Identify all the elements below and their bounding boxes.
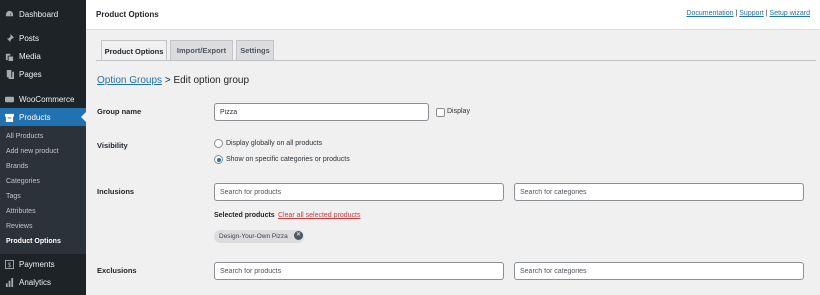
support-link[interactable]: Support [739,10,764,17]
sidebar-item-media[interactable]: Media [0,47,86,65]
group-name-label: Group name [97,107,142,116]
visibility-label: Visibility [97,141,128,150]
media-icon [5,52,14,61]
chip-label: Design-Your-Own Pizza [219,233,288,240]
visibility-global-label: Display globally on all products [226,140,323,147]
submenu-add-new-product[interactable]: Add new product [6,148,59,155]
inclusions-products-search[interactable] [214,183,504,201]
submenu-reviews[interactable]: Reviews [6,223,32,230]
link-separator: | [765,10,768,17]
header-links: Documentation | Support | Setup wizard [686,10,810,17]
clear-selected-products-link[interactable]: Clear all selected products [278,212,361,219]
inclusions-label: Inclusions [97,187,135,196]
visibility-specific-label: Show on specific categories or products [226,156,350,163]
sidebar-item-pages[interactable]: Pages [0,65,86,83]
tab-import-export[interactable]: Import/Export [170,40,233,60]
pages-icon [5,69,14,79]
pin-icon [5,33,14,43]
dashboard-icon [5,10,14,19]
link-separator: | [735,10,738,17]
tab-settings[interactable]: Settings [236,40,274,60]
admin-sidebar: Dashboard Posts Media Pages WooCommerce … [0,0,86,295]
breadcrumb-current: > Edit option group [164,75,250,86]
setup-wizard-link[interactable]: Setup wizard [770,10,810,17]
tab-divider [96,60,816,61]
payments-icon: $ [5,259,14,269]
display-checkbox[interactable] [436,108,445,117]
exclusions-products-search[interactable] [214,262,504,280]
sidebar-item-label: Dashboard [19,9,59,19]
products-submenu: All Products Add new product Brands Cate… [0,126,86,254]
sidebar-item-label: Products [19,112,51,122]
remove-chip-icon[interactable]: ✕ [294,231,303,240]
sidebar-item-label: Payments [19,259,55,269]
sidebar-item-woocommerce[interactable]: WooCommerce [0,90,86,108]
submenu-all-products[interactable]: All Products [6,133,43,140]
tab-product-options[interactable]: Product Options [101,40,167,61]
visibility-specific-radio[interactable] [214,155,223,164]
sidebar-item-label: Analytics [19,277,52,287]
display-label: Display [447,108,470,115]
sidebar-item-payments[interactable]: $ Payments [0,255,86,273]
page-title: Product Options [96,10,159,19]
sidebar-item-label: WooCommerce [19,94,75,104]
group-name-input[interactable] [214,103,429,121]
submenu-tags[interactable]: Tags [6,193,21,200]
exclusions-categories-search[interactable] [514,262,804,280]
submenu-brands[interactable]: Brands [6,163,28,170]
chart-bar-icon [5,277,14,287]
submenu-product-options[interactable]: Product Options [6,238,61,245]
sidebar-item-label: Pages [19,69,42,79]
sidebar-item-posts[interactable]: Posts [0,29,86,47]
breadcrumb: Option Groups > Edit option group [97,75,249,86]
exclusions-label: Exclusions [97,266,137,275]
page-header: Product Options Documentation | Support … [86,0,820,30]
sidebar-item-analytics[interactable]: Analytics [0,273,86,291]
woocommerce-icon [5,95,14,104]
sidebar-item-dashboard[interactable]: Dashboard [0,5,86,23]
submenu-categories[interactable]: Categories [6,178,40,185]
documentation-link[interactable]: Documentation [686,10,733,17]
selected-products-label: Selected products [214,212,275,219]
selected-product-chip: Design-Your-Own Pizza [214,230,304,243]
sidebar-item-label: Media [19,51,41,61]
svg-text:$: $ [8,262,12,269]
submenu-attributes[interactable]: Attributes [6,208,36,215]
option-groups-link[interactable]: Option Groups [97,75,162,86]
visibility-global-radio[interactable] [214,139,223,148]
inclusions-categories-search[interactable] [514,183,804,201]
sidebar-item-products[interactable]: Products [0,108,86,126]
archive-icon [5,113,14,122]
sidebar-item-label: Posts [19,33,40,43]
